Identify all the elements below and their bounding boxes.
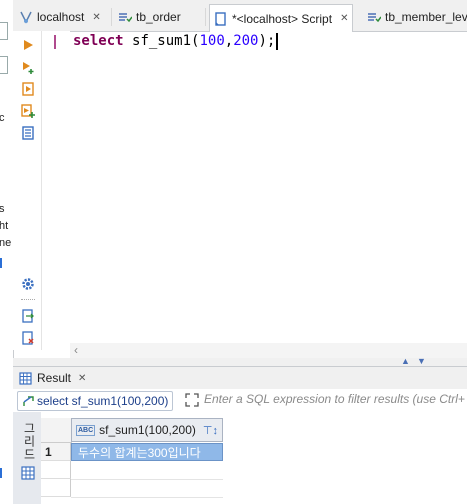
row-number-empty	[41, 461, 71, 479]
close-icon[interactable]: ✕	[92, 12, 100, 23]
tab-tb-order[interactable]: tb_order	[114, 4, 185, 30]
toolbar-divider	[21, 299, 35, 300]
result-grid: ABC sf_sum1(100,200) ⊤↕ 1 두수의 합계는300입니다	[41, 412, 467, 504]
editor-tab-bar: localhost ✕ tb_order *<localhost> Script…	[13, 0, 467, 32]
disconnect-icon[interactable]	[21, 331, 35, 345]
tab-tb-member-level[interactable]: tb_member_leve	[363, 4, 467, 30]
editor-result-splitter[interactable]: ▲ ▼	[13, 356, 467, 366]
panel-marker	[0, 258, 2, 268]
close-icon[interactable]: ✕	[340, 13, 348, 24]
open-paren: (	[191, 33, 200, 49]
panel-marker	[0, 468, 2, 478]
sql-script-icon	[215, 11, 226, 26]
result-view-switcher: 그리드	[13, 412, 42, 504]
editor-gutter	[42, 31, 70, 350]
execute-statement-icon[interactable]	[21, 38, 35, 52]
filter-sort-icon[interactable]: ⊤↕	[203, 424, 218, 437]
tab-label: tb_member_leve	[385, 10, 467, 24]
sql-keyword: select	[73, 33, 124, 49]
explain-plan-icon[interactable]	[21, 126, 35, 140]
number-literal: 200	[233, 33, 259, 49]
navigator-panel-edge: c s ht ne	[0, 0, 14, 504]
close-icon[interactable]: ✕	[78, 373, 86, 384]
grid-view-label[interactable]: 그리드	[21, 422, 38, 461]
function-name: sf_sum1	[132, 33, 192, 49]
sql-code-line[interactable]: select sf_sum1(100, 200);	[73, 31, 279, 51]
table-data-icon	[119, 13, 132, 23]
column-header[interactable]: ABC sf_sum1(100,200) ⊤↕	[71, 418, 223, 442]
maximize-editor-icon[interactable]: ▲	[401, 356, 410, 366]
panel-text-fragment: ne	[0, 237, 12, 249]
maximize-results-icon[interactable]: ▼	[417, 356, 426, 366]
execute-script-new-tab-icon[interactable]	[21, 104, 35, 118]
table-cell[interactable]: 두수의 합계는300입니다	[71, 443, 223, 461]
tab-script[interactable]: *<localhost> Script ✕	[209, 4, 354, 32]
text-cursor	[276, 32, 279, 50]
result-filter-row: select sf_sum1(100,200) Enter a SQL expr…	[13, 389, 467, 413]
connection-icon	[20, 11, 32, 24]
row-number[interactable]: 1	[41, 443, 71, 461]
tab-label: localhost	[37, 10, 85, 24]
tab-label: tb_order	[136, 10, 181, 24]
query-label: select sf_sum1(100,200)	[37, 394, 169, 408]
grid-view-icon[interactable]	[21, 466, 35, 480]
panel-field-edge[interactable]	[0, 56, 8, 74]
result-tab-bar: Result ✕	[13, 366, 467, 390]
panel-text-fragment: c	[0, 112, 5, 124]
panel-text-fragment: s	[0, 203, 5, 215]
number-literal: 100	[199, 33, 225, 49]
close-paren: );	[258, 33, 276, 49]
grid-line	[71, 479, 223, 480]
query-text-chip[interactable]: select sf_sum1(100,200)	[17, 391, 174, 411]
comma: ,	[224, 33, 234, 49]
table-icon	[19, 371, 32, 385]
scroll-left-icon[interactable]: ‹	[74, 343, 78, 357]
settings-gear-icon[interactable]	[21, 277, 35, 291]
tab-label: *<localhost> Script	[232, 11, 333, 26]
current-line-marker	[54, 35, 56, 49]
tab-result[interactable]: Result ✕	[19, 368, 86, 388]
filter-expression-input[interactable]: Enter a SQL expression to filter results…	[204, 392, 467, 408]
sql-query-icon	[23, 396, 34, 406]
execute-new-tab-icon[interactable]	[21, 60, 35, 74]
tab-localhost[interactable]: localhost ✕	[15, 4, 105, 30]
sql-editor-toolbar	[13, 31, 42, 350]
expand-filter-icon[interactable]	[185, 393, 199, 407]
panel-text-fragment: ht	[0, 220, 9, 232]
panel-field-edge[interactable]	[0, 22, 8, 40]
execute-script-icon[interactable]	[21, 82, 35, 96]
tab-label: Result	[37, 371, 72, 385]
table-data-icon	[368, 13, 381, 23]
row-number-header[interactable]	[41, 418, 72, 443]
column-header-label: sf_sum1(100,200)	[99, 423, 196, 437]
export-icon[interactable]	[21, 309, 35, 323]
row-number-empty	[41, 479, 71, 497]
text-type-icon: ABC	[76, 424, 96, 436]
grid-line	[71, 497, 223, 498]
